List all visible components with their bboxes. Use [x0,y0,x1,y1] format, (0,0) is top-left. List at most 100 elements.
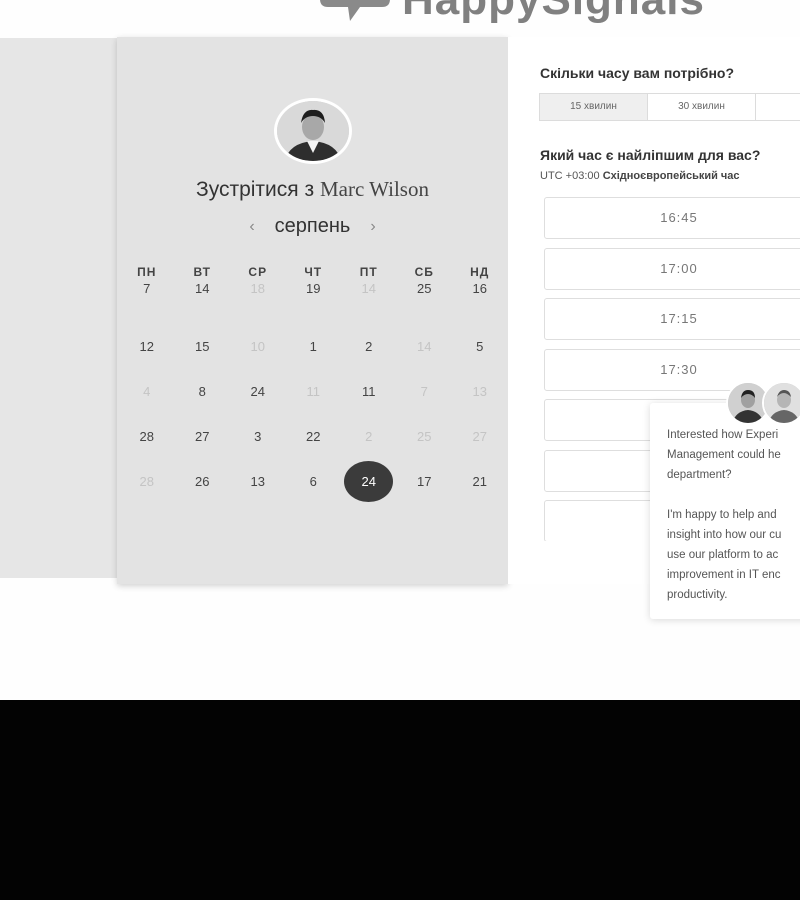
calendar-day-number: 2 [365,339,373,354]
calendar-day: 27 [452,429,508,444]
calendar-day-number: 8 [198,384,206,399]
black-bottom-area [0,700,800,900]
chat-popup[interactable]: Interested how Experi Management could h… [650,403,800,619]
calendar-day-number: 27 [195,429,210,444]
calendar-day-number: 6 [309,474,317,489]
host-name: Marc Wilson [319,177,429,201]
calendar-week-row: 12 15 10 1 2 14 5 [117,324,508,369]
calendar-day[interactable]: 12 [119,339,175,354]
calendar-day-number: 14 [195,280,210,296]
weekday-label: СБ [414,265,434,279]
weekday-label: ВТ [193,265,212,279]
time-slot-button[interactable]: 17:00 [544,247,800,290]
month-label: серпень [274,215,351,237]
timezone-name: Східноєвропейський час [602,170,740,182]
calendar-day-number: 7 [420,384,428,399]
calendar-day-number: 27 [472,429,487,444]
calendar-day[interactable]: 8 [175,384,231,399]
calendar-day-number: 1 [309,339,317,354]
calendar-day-number: 11 [362,384,376,399]
meeting-title-prefix: Зустрітися з [196,178,315,201]
chat-message: Interested how Experi Management could h… [667,429,782,601]
logo-speech-bubble-icon [320,0,390,25]
calendar-day[interactable]: 13 [230,474,286,489]
left-background-strip [0,38,117,578]
calendar-day[interactable]: 24 [230,384,286,399]
weekday-label: ПН [137,265,157,279]
calendar-day-number: 24 [344,461,394,502]
chat-agent-avatar [762,381,800,425]
weekday-header: ПН ВТ СР ЧТ ПТ СБ НД [117,265,508,279]
duration-question: Скільки часу вам потрібно? [540,65,735,81]
calendar-day-number: 10 [250,339,265,354]
calendar-day-selected[interactable]: 24 [341,461,397,502]
calendar-day-number: 11 [306,384,321,399]
calendar-day[interactable]: 2 [341,339,397,354]
calendar-day[interactable]: 6 [286,474,342,489]
calendar-day-number: 13 [250,474,265,489]
calendar-day[interactable]: 1 [286,339,342,354]
host-avatar [274,98,352,164]
calendar-day-number: 18 [250,280,265,296]
calendar-day[interactable]: 28 [119,429,175,444]
calendar-day-number: 2 [365,429,373,444]
calendar-day[interactable]: 17 [397,474,453,489]
calendar-day-number: 25 [417,429,432,444]
calendar-day[interactable]: 11 [341,384,397,399]
timezone-offset: UTC +03:00 [540,170,600,182]
calendar-week-row: 4 8 24 11 11 7 13 [117,369,508,414]
calendar-day[interactable]: 14 [175,281,231,296]
chat-agent-avatars [726,381,800,425]
chevron-left-icon[interactable]: ‹ [249,218,254,236]
calendar-day-number: 25 [417,280,432,296]
calendar-day-number: 14 [361,280,376,296]
calendar-week-row: 28 26 13 6 24 17 21 [117,459,508,504]
logo-text: HappySignals [402,0,705,25]
calendar-day-number: 7 [143,280,151,296]
calendar-day[interactable]: 25 [397,281,453,296]
page-background: HappySignals Зустрітися з Marc Wilson ‹ … [0,0,800,700]
calendar-day[interactable]: 19 [286,281,342,296]
calendar-day: 18 [230,281,286,296]
calendar-day[interactable]: 7 [119,281,175,296]
calendar-day: 10 [230,339,286,354]
calendar-day: 7 [397,384,453,399]
calendar-day-number: 22 [306,429,321,444]
calendar-day[interactable]: 15 [175,339,231,354]
time-question: Який час є найліпшим для вас? [540,147,761,163]
calendar-day-number: 4 [143,384,151,399]
calendar-day[interactable]: 26 [175,474,231,489]
time-slot-button[interactable]: 16:45 [544,197,800,239]
calendar-day-number: 28 [139,429,154,444]
duration-option[interactable]: 1 г [755,93,800,121]
calendar-day-number: 21 [472,474,487,489]
calendar-day: 28 [119,474,175,489]
calendar-days: 7 14 18 19 14 25 16 12 15 10 1 2 14 5 4 8 24 11 11 7 13 28 27 3… [117,279,508,504]
calendar-day: 14 [341,281,397,296]
calendar-day-number: 12 [139,339,154,354]
calendar-day[interactable]: 22 [286,429,342,444]
calendar-day: 4 [119,384,175,399]
calendar-day-number: 5 [476,339,484,354]
duration-option[interactable]: 30 хвилин [647,93,756,121]
time-slot-button[interactable]: 17:15 [544,298,800,340]
weekday-label: СР [248,265,268,279]
duration-selector: 15 хвилин30 хвилин1 г [539,93,800,121]
month-navigation: ‹ серпень › [117,215,508,238]
calendar-day[interactable]: 16 [452,281,508,296]
calendar-day-number: 14 [417,339,432,354]
calendar-day[interactable]: 5 [452,339,508,354]
weekday-label: НД [470,265,490,279]
calendar-day[interactable]: 21 [452,474,508,489]
brand-logo[interactable]: HappySignals [320,0,705,26]
calendar-day[interactable]: 3 [230,429,286,444]
calendar-day-number: 28 [139,474,154,489]
timezone-label[interactable]: UTC +03:00 Східноєвропейський час [540,170,740,182]
chevron-right-icon[interactable]: › [370,218,375,236]
meeting-title: Зустрітися з Marc Wilson [117,177,508,202]
weekday-label: ЧТ [304,265,323,279]
calendar-day: 11 [286,384,342,399]
duration-option[interactable]: 15 хвилин [539,93,648,121]
calendar-day: 13 [452,384,508,399]
calendar-day[interactable]: 27 [175,429,231,444]
